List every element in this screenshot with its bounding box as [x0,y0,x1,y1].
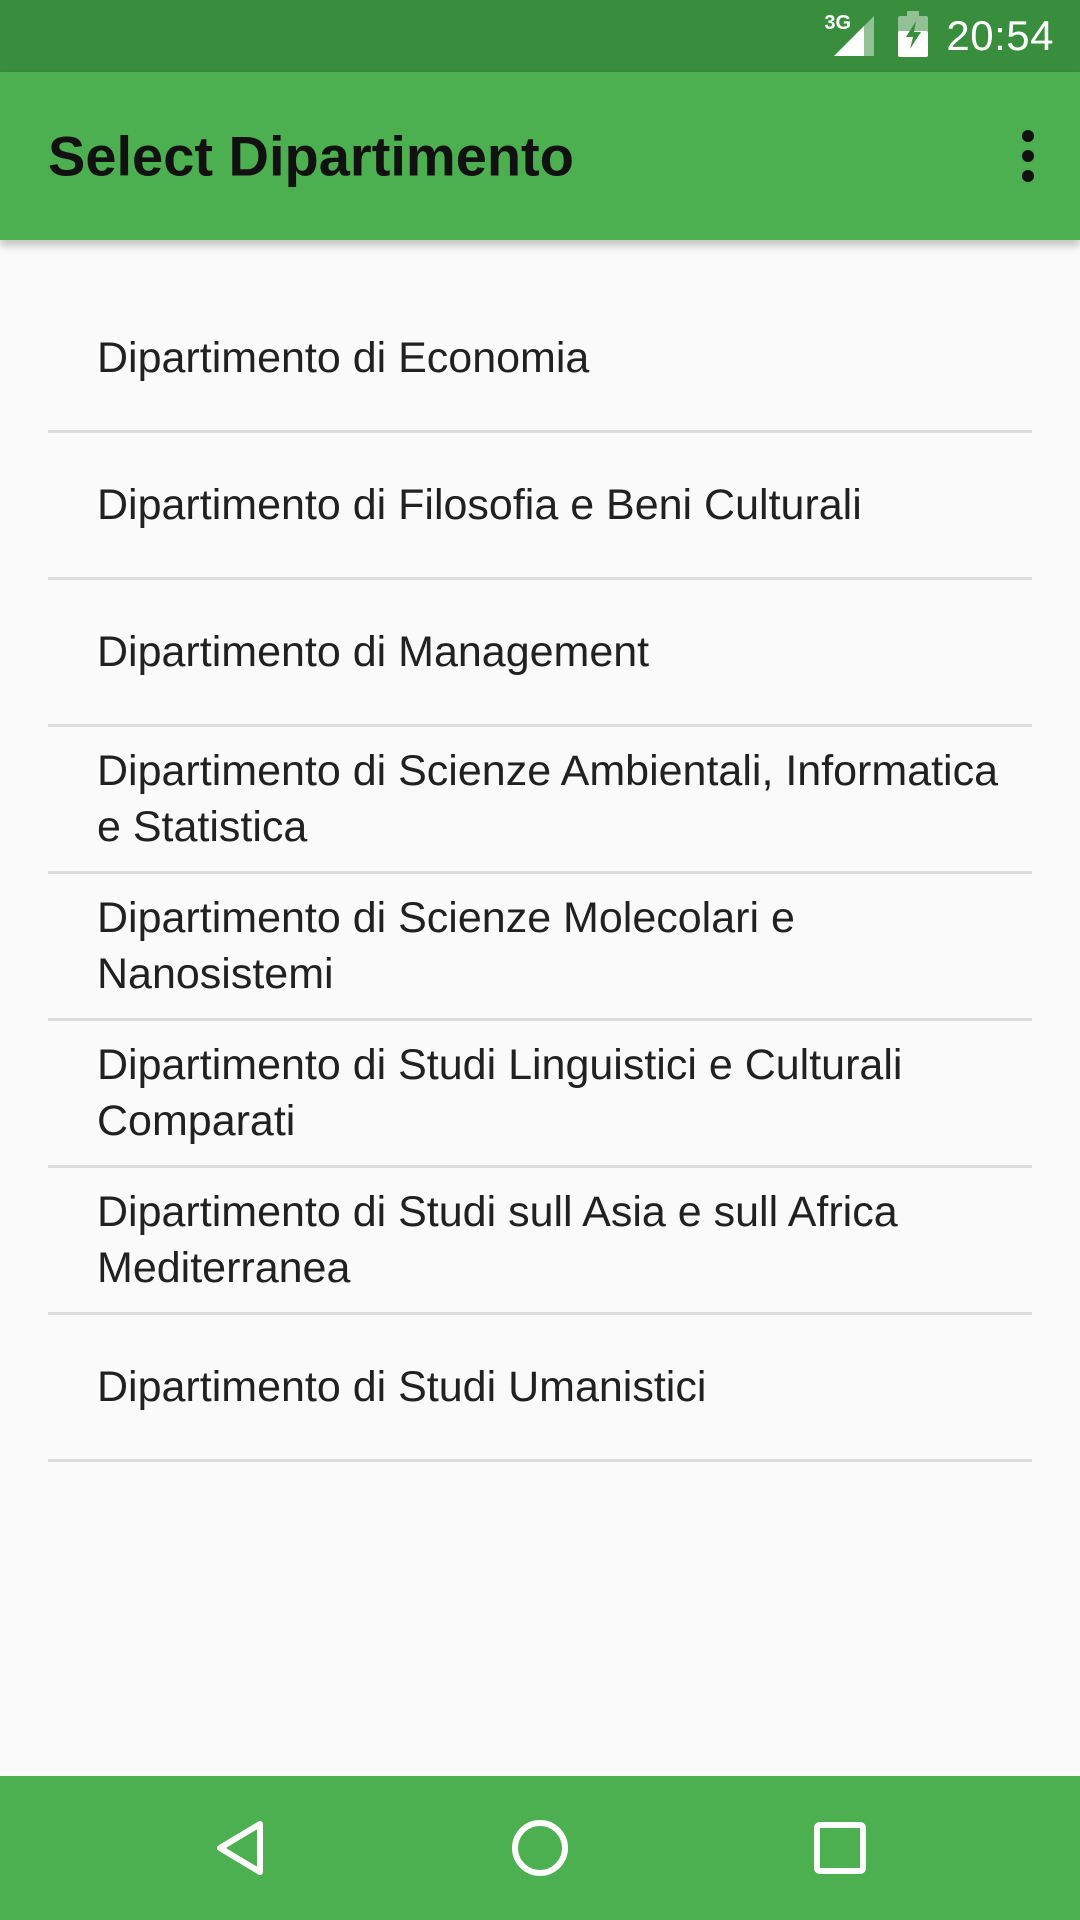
more-options-button[interactable] [996,108,1060,204]
list-item[interactable]: Dipartimento di Management [48,580,1032,727]
list-item-label: Dipartimento di Scienze Ambientali, Info… [97,747,999,851]
list-item[interactable]: Dipartimento di Studi Umanistici [48,1315,1032,1462]
app-bar: Select Dipartimento [0,72,1080,240]
list-item-label: Dipartimento di Management [97,628,650,676]
list-item[interactable]: Dipartimento di Economia [48,286,1032,433]
list-item[interactable]: Dipartimento di Scienze Molecolari e Nan… [48,874,1032,1021]
navigation-bar [0,1776,1080,1920]
status-time: 20:54 [946,12,1054,59]
list-item-label: Dipartimento di Studi Umanistici [97,1363,707,1411]
battery-icon [898,10,929,62]
status-bar: 3G 20:54 [0,0,1080,72]
back-button[interactable] [168,1776,312,1920]
list-item-label: Dipartimento di Scienze Molecolari e Nan… [97,894,795,998]
more-vert-icon [1022,130,1034,142]
list-item[interactable]: Dipartimento di Studi Linguistici e Cult… [48,1021,1032,1168]
more-vert-icon-dot [1022,170,1034,182]
list-item[interactable]: Dipartimento di Filosofia e Beni Cultura… [48,433,1032,580]
page-title: Select Dipartimento [48,124,574,188]
list-item-label: Dipartimento di Studi Linguistici e Cult… [97,1041,903,1145]
network-type-label: 3G [824,12,852,34]
department-list: Dipartimento di Economia Dipartimento di… [48,286,1032,1462]
screen: 3G 20:54 Select Dipartimento Dipartiment… [0,0,1080,1920]
status-icons: 3G 20:54 [824,10,1054,62]
back-icon [217,1821,263,1875]
home-button[interactable] [468,1776,612,1920]
list-item[interactable]: Dipartimento di Studi sull Asia e sull A… [48,1168,1032,1315]
signal-icon: 3G [824,12,880,58]
more-vert-icon-dot [1022,150,1034,162]
list-item[interactable]: Dipartimento di Scienze Ambientali, Info… [48,727,1032,874]
list-item-label: Dipartimento di Economia [97,334,590,382]
recents-icon [814,1822,866,1874]
home-icon [512,1820,568,1876]
list-item-label: Dipartimento di Studi sull Asia e sull A… [97,1188,898,1292]
list-item-label: Dipartimento di Filosofia e Beni Cultura… [97,481,862,529]
recents-button[interactable] [768,1776,912,1920]
